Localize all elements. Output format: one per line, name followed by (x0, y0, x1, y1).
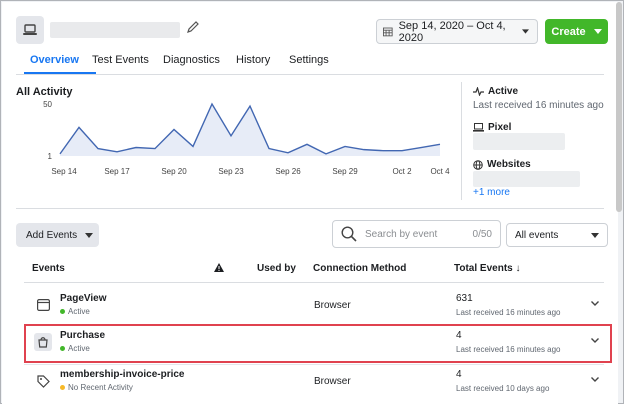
tabs-divider (16, 74, 604, 75)
total-events: 4 (456, 369, 462, 380)
caret-down-icon (593, 29, 602, 34)
column-header-connection-method: Connection Method (313, 263, 407, 274)
column-header-events: Events (32, 263, 65, 274)
pixel-section-label: Pixel (488, 122, 512, 133)
tab-overview[interactable]: Overview (24, 50, 96, 74)
event-name: PageView (60, 293, 107, 304)
pixel-overview-card: Sep 14, 2020 – Oct 4, 2020 Create Overvi… (2, 2, 618, 404)
x-tick-label: Sep 20 (161, 167, 187, 176)
connection-method: Browser (314, 376, 351, 387)
caret-down-icon (522, 29, 529, 34)
active-status-label: Active (488, 86, 519, 97)
date-range-picker[interactable]: Sep 14, 2020 – Oct 4, 2020 (376, 19, 538, 44)
connection-method: Browser (314, 300, 351, 311)
table-row-pageview[interactable]: PageView Active Browser 631 Last receive… (24, 288, 604, 324)
tab-diagnostics[interactable]: Diagnostics (163, 50, 236, 74)
last-received: Last received 10 days ago (456, 384, 550, 393)
event-filter-value: All events (515, 229, 559, 241)
event-status: Active (60, 307, 90, 316)
event-filter-select[interactable]: All events (506, 223, 608, 247)
caret-down-icon (591, 232, 599, 238)
activity-pulse-icon (473, 87, 484, 96)
y-tick-label: 1 (48, 152, 53, 161)
highlight-annotation (24, 324, 612, 363)
create-button[interactable]: Create (545, 19, 608, 44)
section-divider (461, 82, 462, 200)
search-icon (341, 226, 357, 242)
section-divider (16, 208, 604, 209)
tab-settings[interactable]: Settings (289, 50, 349, 74)
add-events-button[interactable]: Add Events (16, 223, 99, 247)
calendar-icon (383, 27, 393, 37)
x-tick-label: Sep 26 (275, 167, 301, 176)
scrollbar[interactable] (616, 2, 622, 212)
chevron-down-icon[interactable] (590, 374, 600, 384)
active-status: Active (473, 86, 518, 97)
event-status: No Recent Activity (60, 383, 133, 392)
more-websites-link[interactable]: +1 more (473, 187, 510, 198)
tab-test-events[interactable]: Test Events (92, 50, 163, 74)
websites-section-label: Websites (487, 159, 531, 170)
website-url-redacted (473, 171, 580, 187)
search-count: 0/50 (472, 228, 492, 240)
websites-section-title: Websites (473, 159, 531, 170)
caret-down-icon (85, 232, 94, 238)
add-events-label: Add Events (26, 229, 78, 241)
tab-history[interactable]: History (236, 50, 289, 74)
x-tick-label: Sep 23 (218, 167, 244, 176)
x-tick-label: Sep 14 (51, 167, 77, 176)
tag-icon (34, 372, 52, 390)
x-tick-label: Oct 2 (392, 167, 412, 176)
create-button-label: Create (551, 25, 586, 38)
y-tick-label: 50 (43, 100, 52, 109)
total-events: 631 (456, 293, 473, 304)
pencil-edit-icon[interactable] (186, 20, 200, 34)
pixel-section-title: Pixel (473, 122, 511, 133)
globe-icon (473, 159, 483, 170)
activity-chart: 50 1 Sep 14 Sep 17 Sep 20 Sep 23 Sep 26 Sep 29 O… (43, 100, 450, 176)
laptop-icon (473, 123, 484, 132)
column-header-total-events[interactable]: Total Events ↓ (454, 263, 521, 274)
x-tick-label: Oct 4 (430, 167, 450, 176)
tab-bar: Overview Test Events Diagnostics History… (16, 50, 349, 74)
pixel-name-redacted (50, 22, 180, 38)
browser-window-icon (34, 296, 52, 314)
event-status-label: Active (68, 307, 90, 316)
status-dot (60, 309, 65, 314)
app-frame: Sep 14, 2020 – Oct 4, 2020 Create Overvi… (0, 0, 624, 404)
pixel-id-redacted (473, 133, 565, 150)
last-received: Last received 16 minutes ago (456, 308, 561, 317)
warning-icon (214, 263, 224, 272)
search-placeholder: Search by event (365, 228, 438, 240)
x-tick-label: Sep 17 (104, 167, 130, 176)
x-tick-label: Sep 29 (332, 167, 358, 176)
event-status-label: No Recent Activity (68, 383, 133, 392)
chevron-down-icon[interactable] (590, 298, 600, 308)
event-name: membership-invoice-price (60, 369, 185, 380)
table-header-divider (24, 282, 604, 283)
all-activity-title: All Activity (16, 86, 73, 98)
status-dot (60, 385, 65, 390)
laptop-icon (16, 16, 44, 44)
date-range-label: Sep 14, 2020 – Oct 4, 2020 (398, 19, 506, 44)
series-area (60, 104, 440, 156)
column-header-used-by: Used by (257, 263, 296, 274)
active-last-received: Last received 16 minutes ago (473, 100, 604, 111)
table-row-membership-invoice-price[interactable]: membership-invoice-price No Recent Activ… (24, 364, 604, 400)
event-search-input[interactable]: Search by event 0/50 (332, 220, 501, 248)
